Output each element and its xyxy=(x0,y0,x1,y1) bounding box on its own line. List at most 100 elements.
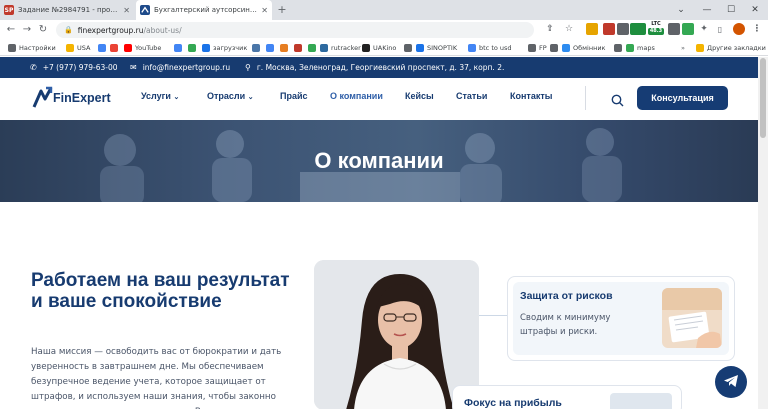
bookmark-icon xyxy=(308,43,316,52)
bookmark-item[interactable]: Настройки xyxy=(8,41,56,54)
bookmark-item[interactable]: maps xyxy=(626,41,655,54)
mail-icon: ✉ xyxy=(130,63,137,72)
bookmark-label: Настройки xyxy=(19,43,56,52)
bookmark-item[interactable] xyxy=(188,41,196,54)
bookmark-star-icon[interactable]: ☆ xyxy=(563,23,575,35)
bookmark-item[interactable] xyxy=(110,41,118,54)
extension-icon[interactable] xyxy=(630,23,646,35)
new-tab-icon[interactable]: + xyxy=(276,4,288,16)
bookmark-item[interactable] xyxy=(174,41,182,54)
lock-icon: 🔒 xyxy=(64,26,73,34)
drive-icon xyxy=(188,43,196,52)
menu-item-cases[interactable]: Кейсы xyxy=(405,91,434,101)
logo-text[interactable]: FinExpert xyxy=(53,91,111,105)
bookmark-item[interactable]: загрузчик xyxy=(202,41,247,54)
address-info: ⚲ г. Москва, Зеленоград, Георгиевский пр… xyxy=(245,57,504,78)
header-divider xyxy=(585,86,586,110)
consultation-button[interactable]: Консультация xyxy=(637,86,728,110)
download-icon xyxy=(202,43,210,52)
bookmark-item[interactable] xyxy=(280,41,288,54)
bookmark-item[interactable] xyxy=(294,41,302,54)
ltc-label: LTC xyxy=(651,21,661,27)
bookmark-label: SINOPTIK xyxy=(427,43,458,52)
window-close-icon[interactable]: ✕ xyxy=(744,0,766,20)
bookmark-item[interactable] xyxy=(614,41,622,54)
tab-title: Задание №2984791 - просмотр з xyxy=(18,6,120,14)
feature-card-title: Защита от рисков xyxy=(520,290,613,302)
tab-active[interactable]: Бухгалтерский аутсорсинг от экс ✕ xyxy=(136,0,272,20)
thermometer-icon xyxy=(404,43,412,52)
sidepanel-icon[interactable]: ▯ xyxy=(714,23,726,35)
tab-inactive[interactable]: SP Задание №2984791 - просмотр з ✕ xyxy=(0,0,134,20)
bookmark-item[interactable] xyxy=(404,41,412,54)
gear-icon xyxy=(8,43,16,52)
bookmark-item[interactable]: btc to usd xyxy=(468,41,512,54)
bookmark-item[interactable]: YouTube xyxy=(124,41,161,54)
address-text: г. Москва, Зеленоград, Георгиевский прос… xyxy=(256,63,505,72)
menu-item-pricing[interactable]: Прайс xyxy=(280,91,308,101)
telegram-button[interactable] xyxy=(715,366,747,398)
menu-item-articles[interactable]: Статьи xyxy=(456,91,487,101)
minimize-icon[interactable]: — xyxy=(696,0,718,20)
extension-icon[interactable] xyxy=(603,23,615,35)
bookmark-item[interactable]: Обмінник xyxy=(562,41,605,54)
puzzle-icon[interactable]: ✦ xyxy=(698,23,710,35)
search-icon[interactable] xyxy=(611,92,624,111)
other-bookmarks[interactable]: Другие закладки xyxy=(696,41,766,54)
bookmark-item[interactable] xyxy=(550,41,558,54)
menu-item-about[interactable]: О компании xyxy=(330,91,383,101)
ltc-extension[interactable]: LTC 48.3 xyxy=(648,21,664,37)
uakino-icon xyxy=(362,43,370,52)
bookmarks-more[interactable]: » xyxy=(681,41,685,54)
close-icon[interactable]: ✕ xyxy=(123,6,130,15)
bookmark-item[interactable] xyxy=(308,41,316,54)
url-host: finexpertgroup.ru xyxy=(77,25,144,35)
location-pin-icon: ⚲ xyxy=(245,63,251,72)
avatar[interactable] xyxy=(733,23,745,35)
address-bar[interactable]: 🔒 finexpertgroup.ru/about-us/ xyxy=(56,22,534,38)
extension-icon[interactable] xyxy=(586,23,598,35)
menu-label: Отрасли xyxy=(207,91,246,101)
bookmark-icon xyxy=(550,43,558,52)
share-icon[interactable]: ⇪ xyxy=(544,23,556,35)
menu-item-services[interactable]: Услуги ⌄ xyxy=(141,91,179,101)
kebab-menu-icon[interactable]: ⋮ xyxy=(751,23,763,35)
bookmark-label: Обмінник xyxy=(573,43,606,52)
bookmark-item[interactable]: SINOPTIK xyxy=(416,41,457,54)
connector-line xyxy=(479,315,507,316)
reload-icon[interactable]: ↻ xyxy=(36,21,50,38)
vk-icon xyxy=(252,43,260,52)
close-icon[interactable]: ✕ xyxy=(261,6,268,15)
bookmark-label: UAKino xyxy=(373,43,397,52)
telegram-icon xyxy=(723,373,739,392)
back-icon[interactable]: ← xyxy=(4,21,18,38)
extension-icon[interactable] xyxy=(682,23,694,35)
email-text: info@finexpertgroup.ru xyxy=(142,63,231,72)
bookmark-item[interactable]: UAKino xyxy=(362,41,396,54)
forward-icon[interactable]: → xyxy=(20,21,34,38)
bookmark-item[interactable] xyxy=(252,41,260,54)
extension-icon[interactable] xyxy=(668,23,680,35)
feature-card-title: Фокус на прибыль xyxy=(464,397,562,409)
bookmark-item[interactable]: USA xyxy=(66,41,90,54)
bookmark-icon xyxy=(280,43,288,52)
bookmark-item[interactable] xyxy=(98,41,106,54)
menu-item-contacts[interactable]: Контакты xyxy=(510,91,552,101)
menu-item-industries[interactable]: Отрасли ⌄ xyxy=(207,91,254,101)
bookmark-label: YouTube xyxy=(135,43,162,52)
email-link[interactable]: ✉ info@finexpertgroup.ru xyxy=(130,57,230,78)
phone-icon: ✆ xyxy=(30,63,37,72)
bookmark-label: USA xyxy=(77,43,91,52)
star-icon xyxy=(614,43,622,52)
chevron-down-icon: ⌄ xyxy=(247,94,254,101)
bookmark-item[interactable]: rutracker xyxy=(320,41,361,54)
logo-mark-icon[interactable] xyxy=(31,85,53,111)
profile-dropdown-icon[interactable]: ⌄ xyxy=(670,0,692,20)
folder-icon xyxy=(66,43,74,52)
phone-link[interactable]: ✆ +7 (977) 979-63-00 xyxy=(30,57,118,78)
maximize-icon[interactable]: ☐ xyxy=(720,0,742,20)
scrollbar-thumb[interactable] xyxy=(760,58,766,138)
bookmark-item[interactable] xyxy=(266,41,274,54)
bookmark-item[interactable]: FP xyxy=(528,41,547,54)
extension-icon[interactable] xyxy=(617,23,629,35)
